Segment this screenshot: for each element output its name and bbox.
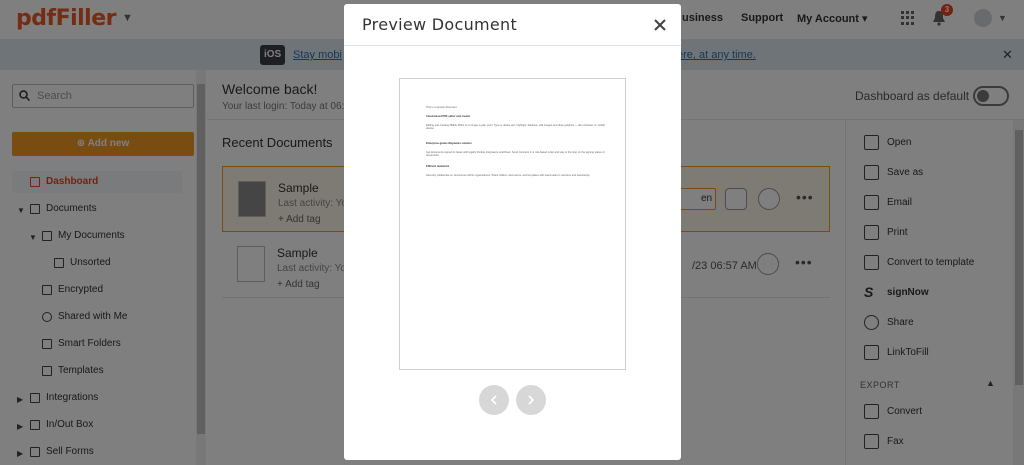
page-text: Get documents signed 2x faster with lega… — [426, 151, 605, 158]
page-heading: Enterprise-grade eSignature solution — [426, 142, 472, 145]
document-page-preview: This is a sample document Cloud-based PD… — [399, 78, 626, 370]
chevron-right-icon — [528, 395, 535, 405]
close-icon[interactable] — [651, 16, 669, 34]
page-heading: Efficient teamwork — [426, 165, 450, 168]
modal-title: Preview Document — [362, 15, 518, 34]
page-text: Securely collaborate on documents within… — [426, 174, 591, 177]
page-heading: Cloud-based PDF editor and creator — [426, 115, 471, 118]
preview-document-modal: Preview Document This is a sample docume… — [344, 4, 681, 460]
previous-page-button[interactable] — [479, 385, 509, 415]
chevron-left-icon — [490, 395, 497, 405]
page-text: This is a sample document — [426, 106, 457, 109]
next-page-button[interactable] — [516, 385, 546, 415]
modal-header: Preview Document — [344, 4, 681, 46]
page-text: Editing and creating fillable PDFs is no… — [426, 124, 605, 131]
